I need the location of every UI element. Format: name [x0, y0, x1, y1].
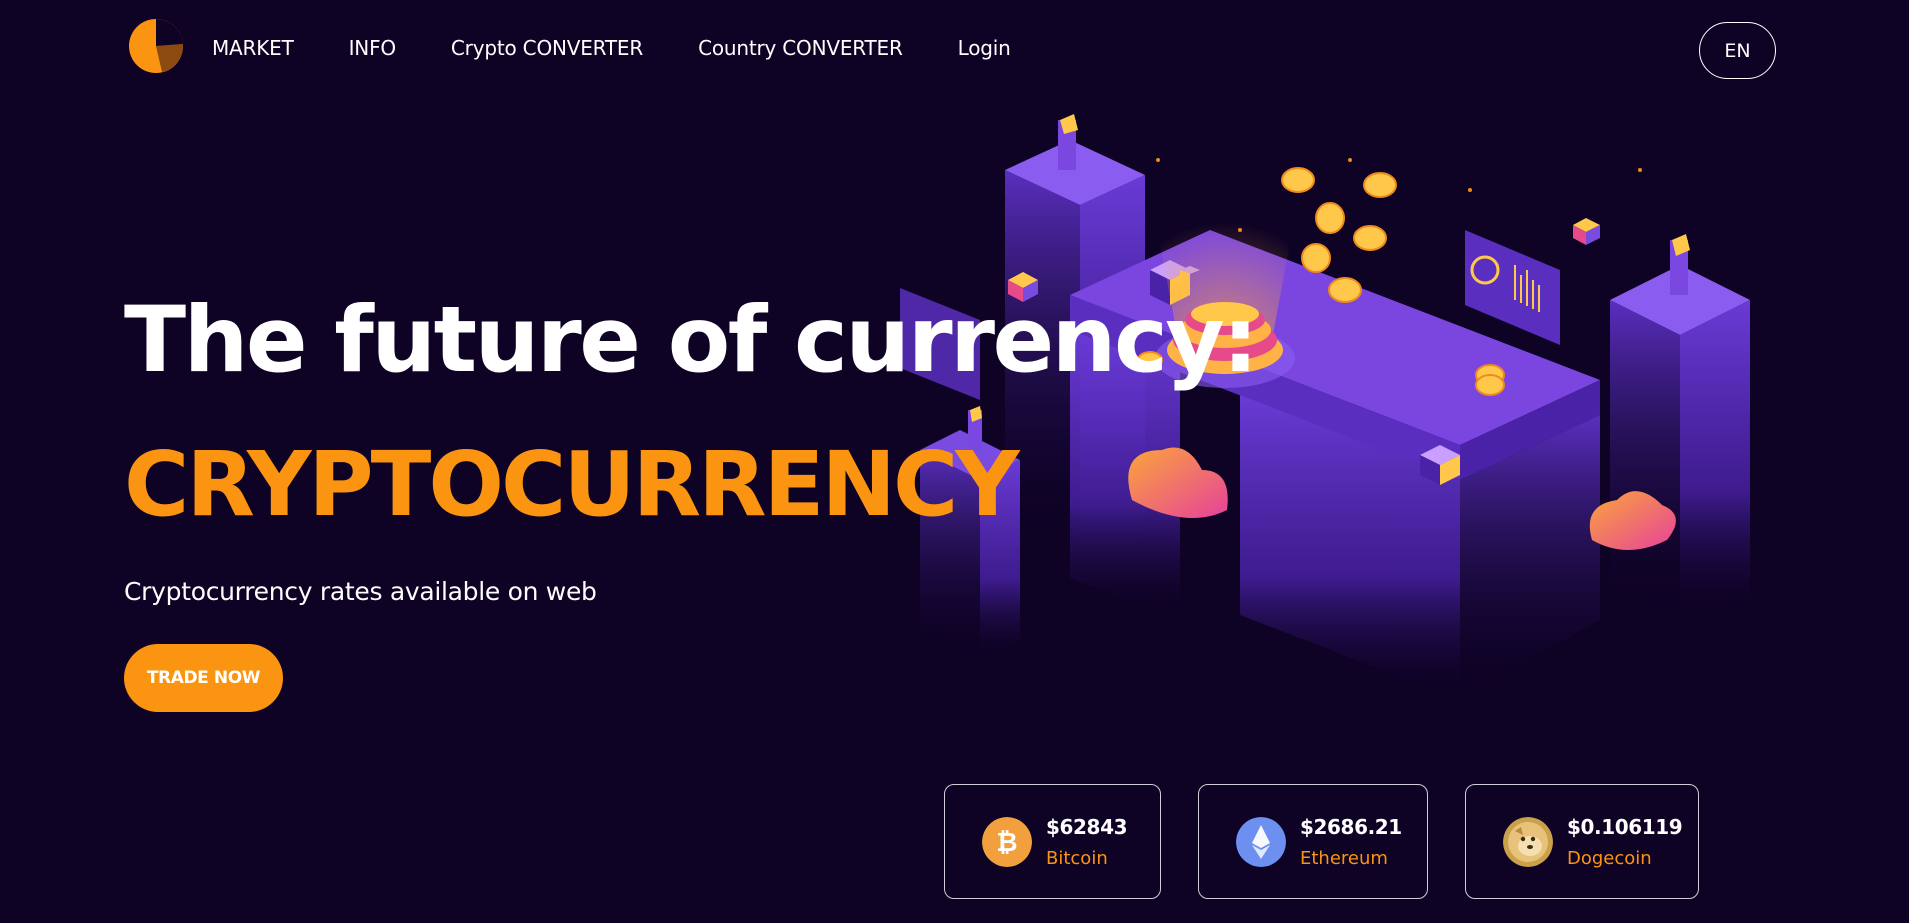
hero-subtitle: Cryptocurrency rates available on web: [124, 577, 597, 606]
bitcoin-icon: ₿: [982, 816, 1032, 867]
nav-link-country-converter[interactable]: Country CONVERTER: [698, 36, 903, 60]
coin-card-dogecoin[interactable]: $0.106119 Dogecoin: [1465, 784, 1699, 899]
coin-name: Bitcoin: [1046, 847, 1108, 869]
language-selector-button[interactable]: EN: [1699, 22, 1776, 79]
coin-card-text: $2686.21 Ethereum: [1300, 815, 1402, 869]
coin-name: Dogecoin: [1567, 847, 1652, 869]
coin-card-bitcoin[interactable]: ₿ $62843 Bitcoin: [944, 784, 1161, 899]
crypto-city-illustration: [900, 114, 1750, 700]
coin-price: $0.106119: [1567, 814, 1683, 839]
nav-link-crypto-converter[interactable]: Crypto CONVERTER: [451, 36, 643, 60]
trade-now-button[interactable]: TRADE NOW: [124, 644, 283, 712]
dogecoin-icon: [1503, 816, 1553, 867]
top-navbar: MARKET INFO Crypto CONVERTER Country CON…: [0, 0, 1909, 100]
site-logo-icon[interactable]: [126, 18, 188, 74]
coin-card-ethereum[interactable]: $2686.21 Ethereum: [1198, 784, 1428, 899]
coin-price: $62843: [1046, 814, 1128, 839]
coin-card-text: $0.106119 Dogecoin: [1567, 814, 1683, 869]
nav-link-market[interactable]: MARKET: [212, 36, 294, 60]
coin-card-text: $62843 Bitcoin: [1046, 814, 1128, 869]
svg-text:₿: ₿: [996, 828, 1017, 858]
hero-highlight: CRYPTOCURRENCY: [124, 432, 1020, 536]
hero-title: The future of currency:: [124, 288, 1259, 393]
nav-link-info[interactable]: INFO: [349, 36, 397, 60]
ethereum-icon: [1236, 816, 1286, 867]
coin-price: $2686.21: [1300, 814, 1402, 839]
nav-links: MARKET INFO Crypto CONVERTER Country CON…: [212, 36, 1011, 60]
coin-name: Ethereum: [1300, 847, 1388, 869]
nav-link-login[interactable]: Login: [958, 36, 1011, 60]
